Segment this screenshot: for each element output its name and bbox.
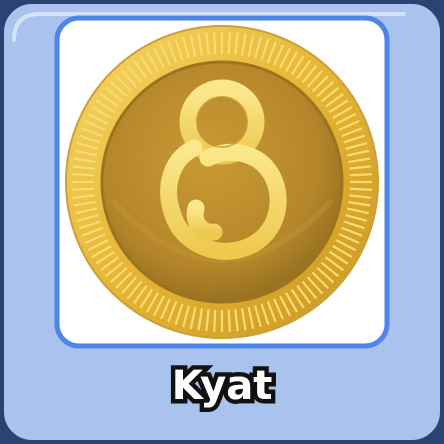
coin-rim-tick [72,187,95,191]
currency-card[interactable]: Kyat Kyat [0,0,444,444]
coin-rim-tick [349,173,372,177]
coin-rim-tick [227,309,231,332]
coin-rim-tick [72,173,95,177]
coin-rim-tick [213,32,217,55]
coin-rim-tick [227,32,231,55]
kyat-coin-icon [65,25,379,339]
coin-rim-tick [349,187,372,191]
coin-rim-tick [213,309,217,332]
currency-label: Kyat [171,363,273,409]
